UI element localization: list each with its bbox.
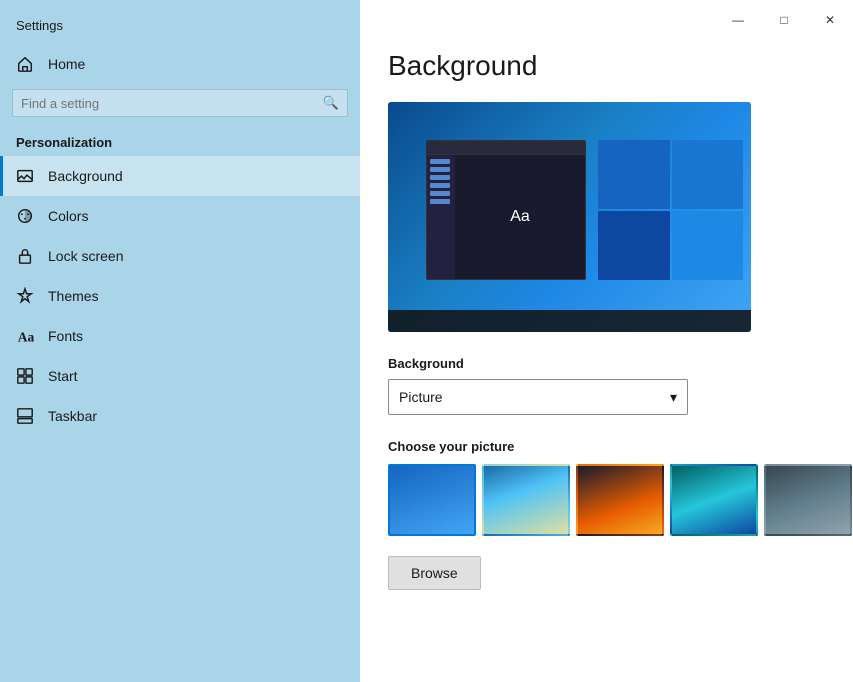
preview-sidebar-item [430,175,450,180]
preview-tiles [598,140,743,280]
browse-button[interactable]: Browse [388,556,481,590]
svg-text:Aa: Aa [18,329,34,344]
sidebar-item-fonts[interactable]: Aa Fonts [0,316,360,356]
preview-sidebar [427,155,455,279]
preview-main-right: Aa [455,155,585,279]
sidebar-item-taskbar[interactable]: Taskbar [0,396,360,436]
preview-sidebar-item [430,167,450,172]
picture-thumb-1[interactable] [388,464,476,536]
picture-thumb-4[interactable] [670,464,758,536]
preview-window: Aa [426,140,586,280]
sidebar-item-background[interactable]: Background [0,156,360,196]
search-input[interactable] [21,96,317,111]
choose-picture-section: Choose your picture Browse [388,439,825,590]
content-area: Background [360,36,853,682]
preview-background: Aa [388,102,751,332]
app-title: Settings [0,10,360,45]
chevron-down-icon: ▾ [670,389,677,406]
desktop-preview: Aa [388,102,751,332]
preview-sidebar-item [430,159,450,164]
background-section-label: Background [388,356,825,371]
preview-sidebar-item [430,199,450,204]
taskbar-icon [16,407,34,425]
lock-screen-icon [16,247,34,265]
main-content: — □ ✕ Background [360,0,853,682]
preview-aa-text: Aa [510,208,530,226]
home-nav-item[interactable]: Home [0,45,360,83]
sidebar-item-colors[interactable]: Colors [0,196,360,236]
preview-sidebar-item [430,191,450,196]
lock-screen-label: Lock screen [48,248,123,264]
maximize-button[interactable]: □ [761,4,807,36]
sidebar-item-lock-screen[interactable]: Lock screen [0,236,360,276]
colors-label: Colors [48,208,88,224]
background-label: Background [48,168,123,184]
search-box[interactable]: 🔍 [12,89,348,117]
themes-label: Themes [48,288,99,304]
home-icon [16,55,34,73]
background-dropdown[interactable]: Picture ▾ [388,379,688,415]
background-icon [16,167,34,185]
search-icon: 🔍 [323,95,339,111]
preview-tile [598,140,670,209]
page-title: Background [388,50,825,82]
preview-sidebar-item [430,183,450,188]
fonts-label: Fonts [48,328,83,344]
fonts-icon: Aa [16,327,34,345]
preview-window-body: Aa [427,155,585,279]
picture-thumb-3[interactable] [576,464,664,536]
themes-icon [16,287,34,305]
choose-label: Choose your picture [388,439,825,454]
home-label: Home [48,56,85,72]
preview-tile [672,211,744,280]
section-label: Personalization [0,127,360,156]
titlebar: — □ ✕ [360,0,853,36]
minimize-button[interactable]: — [715,4,761,36]
taskbar-label: Taskbar [48,408,97,424]
picture-row [388,464,825,536]
start-label: Start [48,368,78,384]
start-icon [16,367,34,385]
picture-thumb-5[interactable] [764,464,852,536]
preview-tile [598,211,670,280]
dropdown-value: Picture [399,389,443,405]
sidebar: Settings Home 🔍 Personalization Backgrou… [0,0,360,682]
sidebar-item-themes[interactable]: Themes [0,276,360,316]
close-button[interactable]: ✕ [807,4,853,36]
sidebar-item-start[interactable]: Start [0,356,360,396]
colors-icon [16,207,34,225]
background-section: Background Picture ▾ [388,356,825,415]
preview-taskbar [388,310,751,332]
picture-thumb-2[interactable] [482,464,570,536]
preview-tile [672,140,744,209]
preview-window-titlebar [427,141,585,155]
